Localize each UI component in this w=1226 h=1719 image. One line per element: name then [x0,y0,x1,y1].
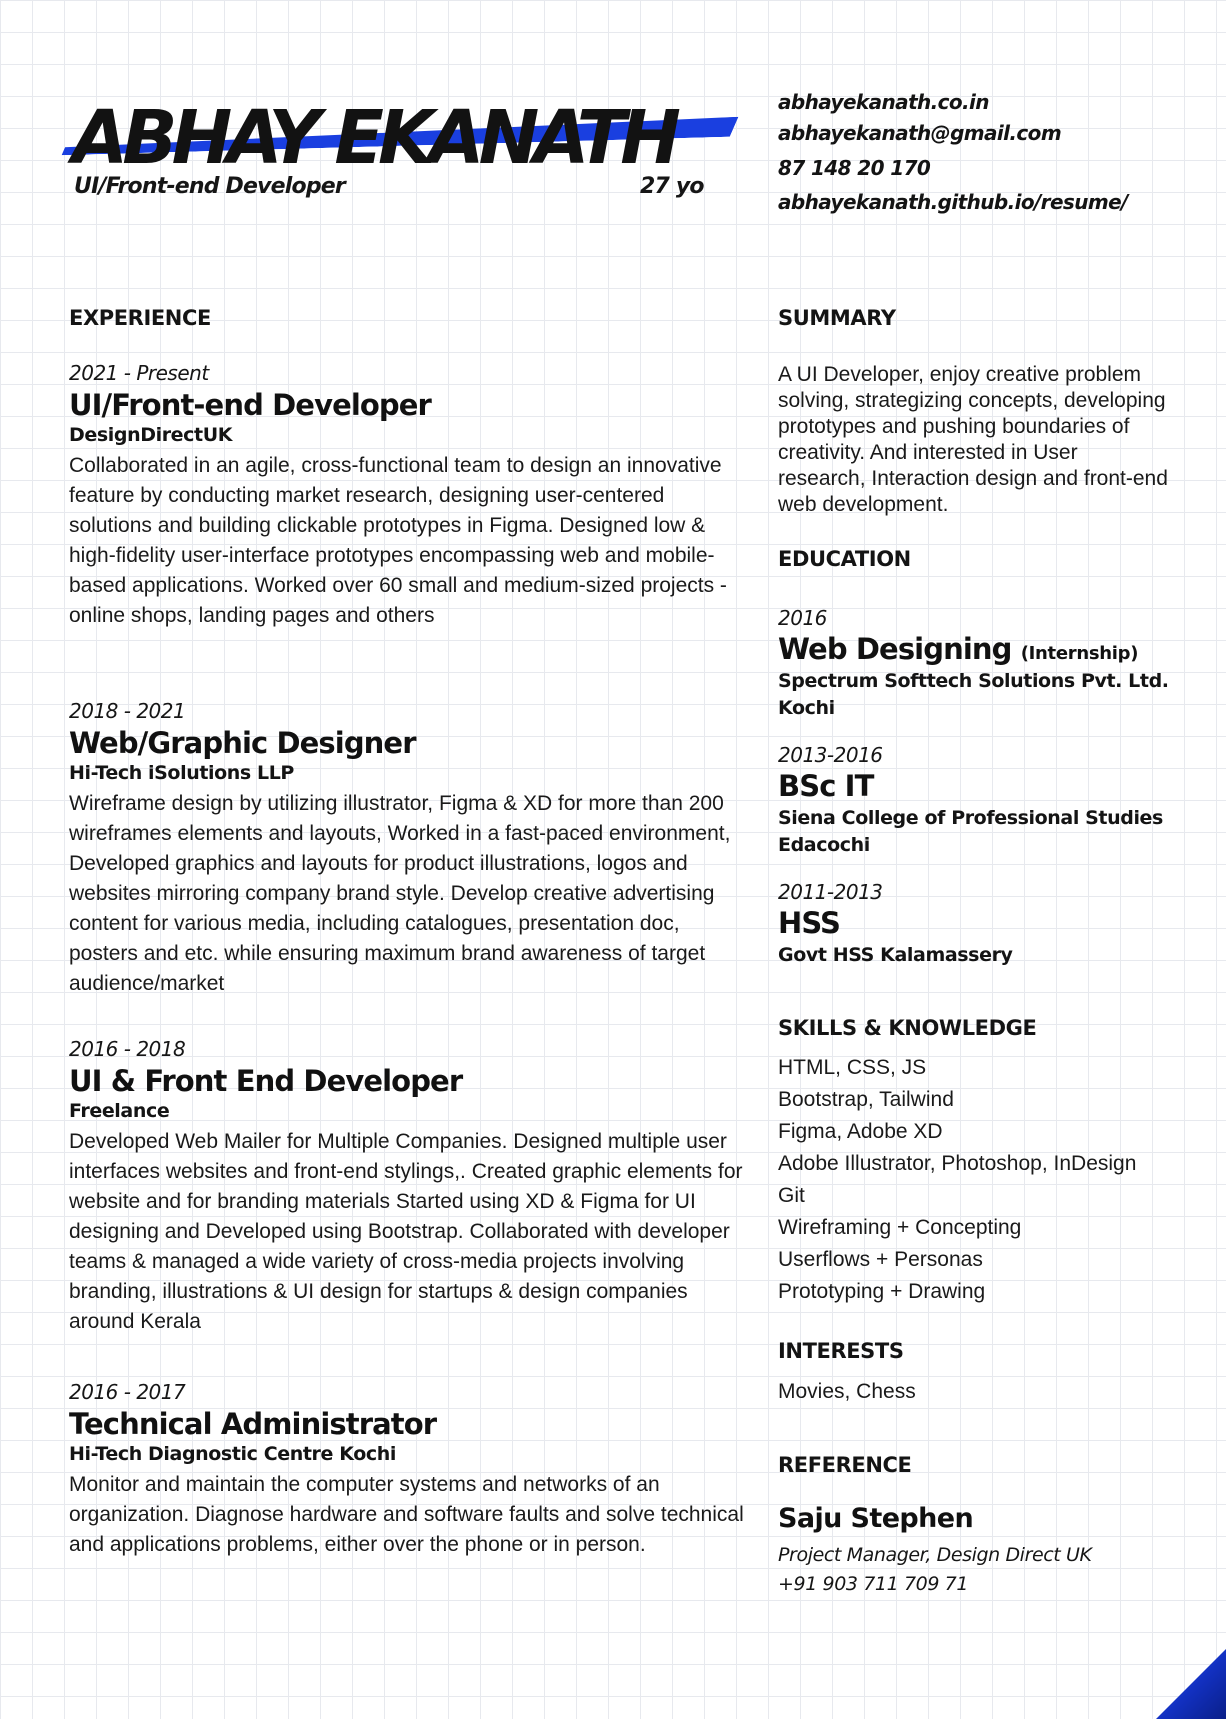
skill-item: Figma, Adobe XD [778,1120,943,1143]
experience-title: UI & Front End Developer [69,1064,463,1098]
education-title: BSc IT [778,769,874,803]
education-period: 2013-2016 [778,743,883,767]
education-degree: Web Designing [778,632,1012,666]
education-title: HSS [778,906,841,940]
skill-item: Userflows + Personas [778,1248,983,1271]
candidate-role: UI/Front-end Developer [74,174,346,199]
skill-item: Git [778,1184,805,1207]
candidate-age: 27 yo [640,174,705,199]
education-item: 2011-2013 HSS Govt HSS Kalamassery [778,880,1178,969]
education-period: 2016 [778,606,827,630]
experience-company: DesignDirectUK [69,424,233,446]
skill-item: Prototyping + Drawing [778,1280,986,1303]
education-item: 2016 Web Designing (Internship) Spectrum… [778,606,1178,722]
skill-item: Bootstrap, Tailwind [778,1088,954,1111]
skill-item: Wireframing + Concepting [778,1216,1022,1239]
experience-description: Collaborated in an agile, cross-function… [69,454,727,627]
skills-heading: SKILLS & KNOWLEDGE [778,1016,1037,1040]
experience-description: Wireframe design by utilizing illustrato… [69,792,731,995]
education-institution: Govt HSS Kalamassery [778,944,1013,966]
education-period: 2011-2013 [778,880,883,904]
education-heading: EDUCATION [778,547,911,571]
experience-item: 2016 - 2017 Technical Administrator Hi-T… [69,1380,749,1560]
education-item: 2013-2016 BSc IT Siena College of Profes… [778,743,1178,859]
experience-company: Hi-Tech Diagnostic Centre Kochi [69,1443,396,1465]
candidate-name: ABHAY EKANATH [72,95,681,181]
experience-title: Web/Graphic Designer [69,726,417,760]
skill-item: HTML, CSS, JS [778,1056,927,1079]
corner-accent-decoration [1156,1649,1226,1719]
education-note: (Internship) [1020,643,1139,664]
experience-title: UI/Front-end Developer [69,388,432,422]
reference-heading: REFERENCE [778,1453,912,1477]
reference-name: Saju Stephen [778,1503,974,1534]
experience-period: 2018 - 2021 [69,699,186,723]
experience-period: 2016 - 2017 [69,1380,186,1404]
email-link[interactable]: abhayekanath@gmail.com [778,121,1062,145]
interests-heading: INTERESTS [778,1339,904,1363]
education-institution: Siena College of Professional Studies Ed… [778,807,1163,856]
experience-company: Hi-Tech iSolutions LLP [69,762,294,784]
reference-position: Project Manager, Design Direct UK [778,1544,1092,1566]
experience-period: 2016 - 2018 [69,1037,186,1061]
summary-text: A UI Developer, enjoy creative problem s… [778,363,1168,516]
website-link[interactable]: abhayekanath.co.in [778,90,990,114]
experience-item: 2016 - 2018 UI & Front End Developer Fre… [69,1037,749,1337]
experience-heading: EXPERIENCE [69,306,211,330]
experience-item: 2018 - 2021 Web/Graphic Designer Hi-Tech… [69,699,749,999]
phone-number: 87 148 20 170 [778,156,931,180]
skill-item: Adobe Illustrator, Photoshop, InDesign [778,1152,1137,1175]
reference-phone: +91 903 711 709 71 [778,1573,969,1595]
experience-period: 2021 - Present [69,361,209,385]
experience-item: 2021 - Present UI/Front-end Developer De… [69,361,749,631]
summary-heading: SUMMARY [778,306,896,330]
education-institution: Spectrum Softtech Solutions Pvt. Ltd. Ko… [778,670,1169,719]
resume-link[interactable]: abhayekanath.github.io/resume/ [778,190,1128,214]
experience-title: Technical Administrator [69,1407,437,1441]
education-title: Web Designing (Internship) [778,632,1178,666]
experience-description: Developed Web Mailer for Multiple Compan… [69,1130,743,1333]
experience-company: Freelance [69,1100,170,1122]
interests-text: Movies, Chess [778,1380,916,1403]
skills-list: HTML, CSS, JS Bootstrap, Tailwind Figma,… [778,1052,1136,1308]
resume-header: ABHAY EKANATH UI/Front-end Developer 27 … [0,0,760,230]
experience-description: Monitor and maintain the computer system… [69,1473,744,1556]
